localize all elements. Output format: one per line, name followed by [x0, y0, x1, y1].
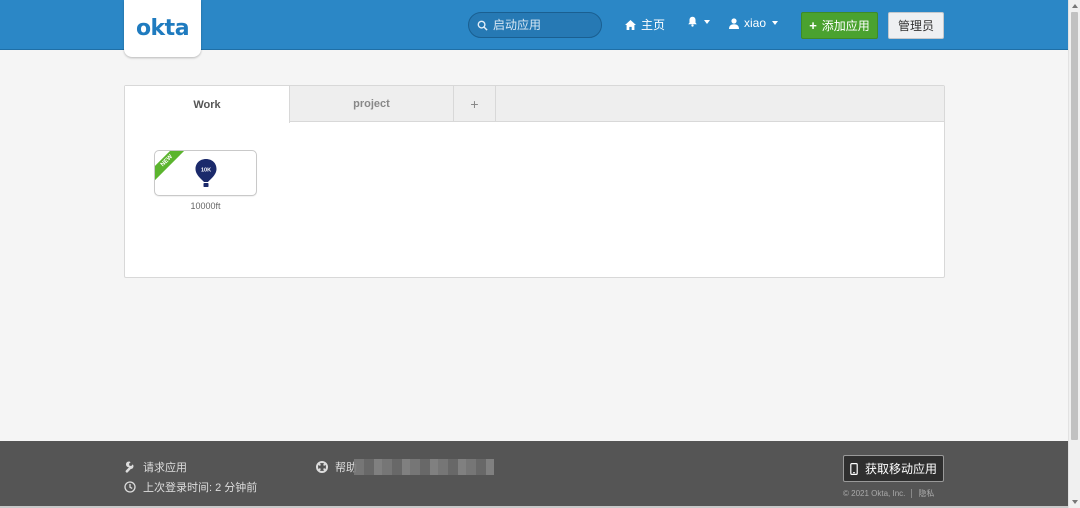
- help-link[interactable]: 帮助: [316, 459, 494, 475]
- balloon-icon: 10K: [195, 159, 217, 187]
- nav-home[interactable]: 主页: [625, 16, 665, 33]
- add-app-label: 添加应用: [821, 19, 870, 33]
- app-tile-10000ft[interactable]: NEW 10K: [154, 150, 257, 196]
- vertical-scrollbar[interactable]: [1068, 0, 1080, 508]
- phone-icon: [850, 462, 858, 475]
- app-label[interactable]: 10000ft: [154, 201, 257, 211]
- home-icon: [625, 19, 636, 30]
- lifebuoy-icon: [316, 461, 328, 473]
- user-menu[interactable]: xiao: [729, 16, 779, 30]
- last-login: 上次登录时间: 2 分钟前: [124, 479, 257, 495]
- notifications-menu[interactable]: [687, 16, 710, 27]
- search-icon: [477, 20, 488, 31]
- chevron-down-icon: [704, 19, 710, 24]
- new-badge: NEW: [155, 151, 192, 186]
- tab-work[interactable]: Work: [125, 86, 290, 123]
- scroll-up-icon[interactable]: [1072, 4, 1078, 8]
- bell-icon: [688, 16, 697, 27]
- add-tab-icon: +: [470, 96, 479, 112]
- okta-logo[interactable]: okta: [124, 0, 201, 57]
- footer: 请求应用 上次登录时间: 2 分钟前 帮助 获取移动应用 © 2021 Okta…: [0, 441, 1068, 508]
- search-box[interactable]: [468, 12, 602, 38]
- logo-text: okta: [135, 16, 190, 41]
- plus-icon: +: [809, 18, 817, 33]
- tab-label: Work: [193, 98, 221, 111]
- nav-home-label: 主页: [641, 18, 666, 32]
- tab-label: project: [353, 98, 390, 110]
- user-icon: [729, 17, 739, 29]
- admin-button[interactable]: 管理员: [888, 12, 944, 39]
- request-app-link[interactable]: 请求应用: [124, 459, 187, 475]
- tab-project[interactable]: project: [290, 86, 454, 122]
- redacted-text: [354, 459, 494, 475]
- app-icon-text: 10K: [201, 168, 211, 174]
- user-name: xiao: [744, 16, 767, 30]
- search-input[interactable]: [493, 18, 593, 32]
- clock-icon: [124, 481, 136, 493]
- tab-bar: Work project +: [125, 86, 944, 123]
- privacy-link[interactable]: 隐私: [918, 488, 934, 499]
- get-mobile-app-label: 获取移动应用: [864, 462, 937, 476]
- copyright-text: © 2021 Okta, Inc.: [843, 489, 906, 498]
- add-app-button[interactable]: + 添加应用: [801, 12, 878, 39]
- wrench-icon: [125, 461, 134, 473]
- request-app-label: 请求应用: [143, 462, 187, 474]
- top-nav-bar: okta 主页 xiao + 添加应用 管理员: [0, 0, 1068, 57]
- divider: [911, 489, 913, 498]
- add-tab-button[interactable]: +: [454, 86, 496, 122]
- chevron-down-icon: [772, 21, 779, 25]
- scroll-down-icon[interactable]: [1072, 500, 1078, 504]
- copyright-row: © 2021 Okta, Inc. 隐私: [843, 488, 934, 499]
- get-mobile-app-button[interactable]: 获取移动应用: [843, 455, 944, 482]
- admin-label: 管理员: [897, 19, 934, 33]
- scrollbar-thumb[interactable]: [1071, 12, 1078, 440]
- last-login-text: 上次登录时间: 2 分钟前: [143, 482, 258, 494]
- apps-panel: Work project + NEW 10K 10000ft: [124, 85, 945, 278]
